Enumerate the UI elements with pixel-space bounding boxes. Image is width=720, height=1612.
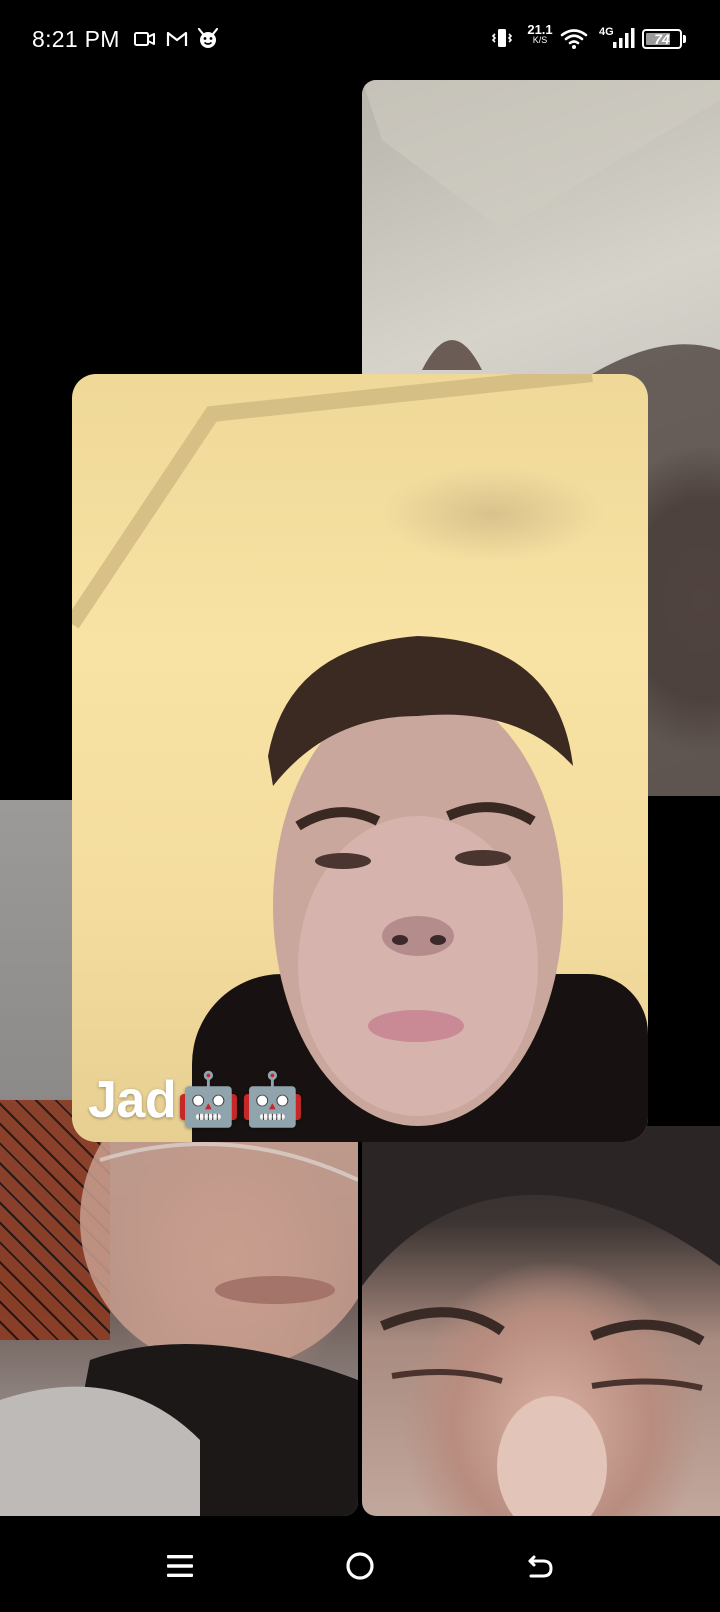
signal-icon <box>612 28 638 55</box>
network-speed: 21.1 K/S <box>524 22 556 46</box>
vibrate-icon <box>490 26 514 55</box>
devil-icon <box>196 26 220 55</box>
menu-icon[interactable] <box>156 1542 204 1590</box>
participant-tile-bottom-right[interactable] <box>362 1126 720 1516</box>
video-camera-icon <box>134 28 156 55</box>
battery-icon: 74 <box>642 29 682 49</box>
wall-corner-line <box>72 374 593 629</box>
battery-tip <box>683 35 686 43</box>
back-icon[interactable] <box>516 1542 564 1590</box>
home-icon[interactable] <box>336 1542 384 1590</box>
participant-name: Jad🤖🤖 <box>88 1071 305 1129</box>
navigation-bar <box>0 1516 720 1612</box>
main-participant-face <box>268 636 573 1126</box>
gmail-icon <box>166 28 188 55</box>
status-bar: 8:21 PM 21.1 K/S 4G 74 <box>0 0 720 80</box>
bottom-right-video-feed <box>362 1126 720 1516</box>
status-time: 8:21 PM <box>32 26 120 52</box>
main-participant-tile[interactable]: Jad🤖🤖 <box>72 374 648 1142</box>
network-speed-value: 21.1 <box>527 22 553 37</box>
wifi-icon <box>560 28 588 55</box>
battery-level-text: 74 <box>654 31 670 47</box>
